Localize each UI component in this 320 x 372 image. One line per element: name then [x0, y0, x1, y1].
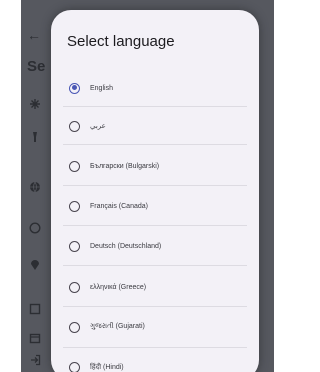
language-option-english[interactable]: English [63, 71, 245, 105]
info-icon [28, 221, 42, 235]
language-option-french-canada[interactable]: Français (Canada) [63, 189, 245, 223]
language-option-greek[interactable]: ελληνικά (Greece) [63, 270, 245, 304]
settings-title: Se [27, 58, 46, 75]
location-icon [28, 258, 42, 272]
flashlight-icon [28, 130, 42, 144]
divider [63, 106, 247, 107]
radio-unselected-icon[interactable] [69, 281, 80, 293]
divider [63, 306, 247, 307]
language-option-arabic[interactable]: عربي [63, 109, 245, 143]
divider [63, 144, 247, 145]
select-language-dialog: Select language English عربي Български (… [51, 10, 259, 372]
save-icon [28, 302, 42, 316]
language-option-label: ગુજરાતી (Gujarati) [90, 323, 145, 330]
dialog-title: Select language [67, 33, 175, 50]
radio-selected-icon[interactable] [69, 82, 80, 94]
language-option-label: Български (Bulgarski) [90, 162, 160, 170]
radio-unselected-icon[interactable] [69, 240, 80, 252]
language-option-hindi[interactable]: हिंदी (Hindi) [63, 350, 245, 372]
device-screen: ← Se Select language English عربي Българ… [21, 0, 274, 372]
back-arrow-icon[interactable]: ← [27, 27, 41, 43]
login-icon [28, 353, 42, 367]
language-option-label: عربي [90, 123, 106, 130]
translate-icon [28, 97, 42, 111]
language-option-bulgarian[interactable]: Български (Bulgarski) [63, 149, 245, 183]
radio-unselected-icon[interactable] [69, 120, 80, 132]
divider [63, 185, 247, 186]
language-option-label: ελληνικά (Greece) [90, 283, 147, 291]
divider [63, 225, 247, 226]
calendar-icon [28, 331, 42, 345]
radio-unselected-icon[interactable] [69, 200, 80, 212]
divider [63, 265, 247, 266]
radio-unselected-icon[interactable] [69, 160, 80, 172]
language-option-label: English [90, 84, 113, 92]
divider [63, 347, 247, 348]
language-option-label: हिंदी (Hindi) [90, 363, 124, 371]
globe-icon [28, 180, 42, 194]
language-option-gujarati[interactable]: ગુજરાતી (Gujarati) [63, 310, 245, 344]
radio-unselected-icon[interactable] [69, 361, 80, 372]
radio-unselected-icon[interactable] [69, 321, 80, 333]
language-option-label: Français (Canada) [90, 202, 148, 210]
language-option-german[interactable]: Deutsch (Deutschland) [63, 229, 245, 263]
language-option-label: Deutsch (Deutschland) [90, 242, 162, 250]
